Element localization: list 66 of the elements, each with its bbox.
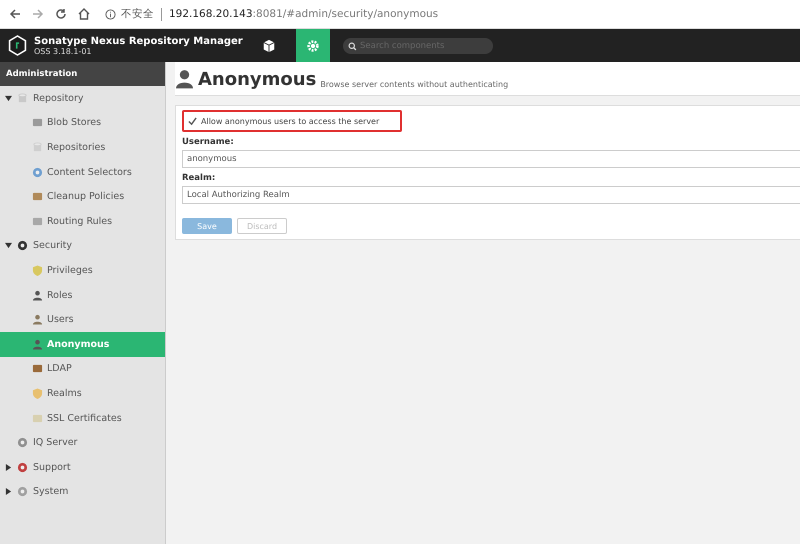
checkmark-icon xyxy=(188,116,197,126)
expanded-triangle-icon[interactable] xyxy=(5,94,15,102)
item-label: Routing Rules xyxy=(47,216,112,227)
item-label: Cleanup Policies xyxy=(47,191,124,202)
lifebuoy-icon xyxy=(17,462,28,473)
settings-button[interactable] xyxy=(296,29,330,62)
sidebar-item[interactable]: Cleanup Policies xyxy=(0,184,165,209)
item-label: SSL Certificates xyxy=(47,412,122,424)
page-title: Anonymous xyxy=(198,71,316,89)
item-label: System xyxy=(33,486,68,498)
person-icon xyxy=(32,338,43,350)
item-label: Security xyxy=(33,240,72,252)
field-label: Realm: xyxy=(182,173,216,183)
cube-icon xyxy=(262,38,276,52)
item-label: IQ Server xyxy=(33,437,78,448)
item-label: Realms xyxy=(47,388,82,399)
field-label: Username: xyxy=(182,137,235,147)
sidebar-item[interactable]: IQ Server xyxy=(0,430,165,455)
item-label: Roles xyxy=(47,290,72,301)
sidebar-item[interactable]: Blob Stores xyxy=(0,110,165,136)
people-icon xyxy=(32,314,43,326)
back-icon[interactable] xyxy=(9,8,21,20)
page-subtitle: Browse server contents without authenticating xyxy=(320,80,508,89)
security-label: 不安全 xyxy=(121,7,154,21)
sidebar-item[interactable]: Security xyxy=(0,234,165,258)
item-label: LDAP xyxy=(47,363,72,374)
sidebar-item[interactable]: Routing Rules xyxy=(0,208,165,234)
sidebar-header: Administration xyxy=(0,62,165,86)
item-label: Users xyxy=(47,314,74,326)
person-icon xyxy=(32,290,43,301)
url-host: 192.168.20.143 xyxy=(169,8,252,20)
item-label: Repositories xyxy=(47,142,106,153)
item-label: Blob Stores xyxy=(47,117,102,128)
item-label: Anonymous xyxy=(47,338,110,350)
url-path: :8081/#admin/security/anonymous xyxy=(252,8,438,20)
person-icon xyxy=(176,69,193,89)
app-version: OSS 3.18.1-01 xyxy=(34,46,93,56)
app-title: Sonatype Nexus Repository Manager xyxy=(34,36,244,46)
sidebar-item[interactable]: Roles xyxy=(0,282,165,308)
sidebar-item[interactable]: Repository xyxy=(0,86,165,111)
item-label: Repository xyxy=(33,92,84,104)
anonymous-access-checkbox[interactable]: Allow anonymous users to access the server xyxy=(182,110,402,132)
database-icon xyxy=(32,142,43,153)
sidebar-item[interactable]: Repositories xyxy=(0,135,165,160)
sidebar-item[interactable]: Content Selectors xyxy=(0,160,165,184)
sidebar-item[interactable]: Privileges xyxy=(0,258,165,283)
expanded-triangle-icon[interactable] xyxy=(5,242,15,250)
item-label: Privileges xyxy=(47,264,93,276)
sidebar-item[interactable]: LDAP xyxy=(0,356,165,382)
info-icon xyxy=(105,8,116,20)
input-field[interactable]: Local Authorizing Realm xyxy=(182,186,800,204)
home-icon[interactable] xyxy=(78,8,90,20)
reload-icon[interactable] xyxy=(55,8,67,20)
database-icon xyxy=(17,92,28,104)
input-field[interactable]: anonymous xyxy=(182,150,800,168)
shield-icon xyxy=(32,388,43,399)
badge-icon xyxy=(32,264,43,276)
hexagon-logo-icon xyxy=(8,35,27,56)
checkbox-label: Allow anonymous users to access the server xyxy=(201,116,380,126)
sidebar-item[interactable]: SSL Certificates xyxy=(0,406,165,430)
sidebar-item[interactable]: Realms xyxy=(0,381,165,406)
sidebar-item[interactable]: Users xyxy=(0,307,165,332)
item-label: Content Selectors xyxy=(47,166,132,178)
item-label: Support xyxy=(33,462,71,473)
sidebar-item[interactable]: Support xyxy=(0,454,165,480)
sidebar-item[interactable]: System xyxy=(0,480,165,504)
